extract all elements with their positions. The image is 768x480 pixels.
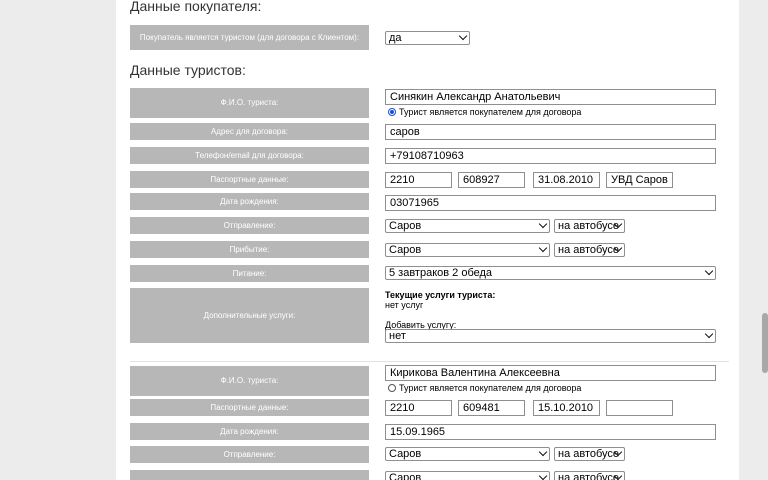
t1-arrival-label: Прибытие: — [130, 241, 369, 258]
t2-birth-input[interactable]: 15.09.1965 — [385, 424, 716, 440]
t1-departure-city-value: Саров — [389, 220, 422, 232]
buyer-section-heading: Данные покупателя: — [130, 0, 262, 14]
t1-buyer-radio-label: Турист является покупателем для договора — [399, 107, 582, 117]
t1-services-label: Дополнительные услуги: — [130, 288, 369, 343]
t2-fio-input[interactable]: Кирикова Валентина Алексеевна — [385, 365, 716, 381]
tourist-divider — [130, 361, 729, 362]
t1-passport-date-input[interactable]: 31.08.2010 — [533, 172, 600, 188]
chevron-down-icon — [704, 267, 714, 276]
t1-meals-label: Питание: — [130, 265, 369, 282]
t2-departure-label: Отправление: — [130, 446, 369, 463]
t1-fio-label: Ф.И.О. туриста: — [130, 88, 369, 118]
t1-meals-select[interactable]: 5 завтраков 2 обеда — [385, 266, 716, 280]
chevron-down-icon — [538, 472, 548, 480]
t1-passport-number-input[interactable]: 608927 — [458, 172, 525, 188]
chevron-down-icon — [538, 220, 548, 229]
chevron-down-icon — [704, 330, 714, 339]
t2-departure-city-value: Саров — [389, 448, 422, 460]
t1-passport-issuer-input[interactable]: УВД Саров — [606, 172, 673, 188]
t1-fio-input[interactable]: Синякин Александр Анатольевич — [385, 89, 716, 105]
page-scrollbar-thumb[interactable] — [762, 313, 768, 373]
order-form-panel: Данные покупателя: Покупатель является т… — [116, 0, 739, 480]
t1-buyer-radio-row[interactable]: Турист является покупателем для договора — [388, 107, 581, 117]
chevron-down-icon — [538, 448, 548, 457]
t1-departure-transport-select[interactable]: на автобусе — [554, 219, 625, 233]
t2-passport-label: Паспортные данные: — [130, 399, 369, 416]
t2-passport-number-input[interactable]: 609481 — [458, 400, 525, 416]
t1-address-input[interactable]: саров — [385, 124, 716, 140]
t1-arrival-city-value: Саров — [389, 244, 422, 256]
t1-arrival-city-select[interactable]: Саров — [385, 243, 550, 257]
t1-arrival-transport-value: на автобусе — [558, 244, 620, 256]
t1-birth-input[interactable]: 03071965 — [385, 195, 716, 211]
chevron-down-icon — [458, 32, 468, 41]
t1-current-services-title: Текущие услуги туриста: — [385, 290, 496, 300]
buyer-is-tourist-label: Покупатель является туристом (для догово… — [130, 25, 369, 50]
t1-add-service-value: нет — [389, 330, 406, 342]
t1-passport-series-input[interactable]: 2210 — [385, 172, 452, 188]
t1-arrival-transport-select[interactable]: на автобусе — [554, 243, 625, 257]
t1-birth-label: Дата рождения: — [130, 193, 369, 210]
t2-arrival-label — [130, 470, 369, 480]
t2-departure-city-select[interactable]: Саров — [385, 447, 550, 461]
tourists-section-heading: Данные туристов: — [130, 62, 246, 78]
buyer-is-tourist-value: да — [389, 32, 402, 44]
t1-current-services-value: нет услуг — [385, 300, 424, 310]
t1-phone-label: Телефон/email для договора: — [130, 147, 369, 164]
t1-meals-value: 5 завтраков 2 обеда — [389, 267, 493, 279]
t1-add-service-select[interactable]: нет — [385, 329, 716, 343]
t1-departure-city-select[interactable]: Саров — [385, 219, 550, 233]
t1-buyer-radio[interactable] — [388, 108, 396, 116]
t2-arrival-city-value: Саров — [389, 472, 422, 480]
t2-arrival-transport-value: на автобусе — [558, 472, 620, 480]
t2-passport-series-input[interactable]: 2210 — [385, 400, 452, 416]
t2-birth-label: Дата рождения: — [130, 423, 369, 440]
t1-phone-input[interactable]: +79108710963 — [385, 148, 716, 164]
chevron-down-icon — [538, 244, 548, 253]
t2-buyer-radio[interactable] — [388, 384, 396, 392]
t2-passport-date-input[interactable]: 15.10.2010 — [533, 400, 600, 416]
t2-buyer-radio-label: Турист является покупателем для договора — [399, 383, 582, 393]
buyer-is-tourist-select[interactable]: да — [385, 31, 470, 45]
t2-arrival-city-select[interactable]: Саров — [385, 471, 550, 480]
t1-address-label: Адрес для договора: — [130, 123, 369, 140]
t1-passport-label: Паспортные данные: — [130, 171, 369, 188]
t2-departure-transport-value: на автобусе — [558, 448, 620, 460]
t2-departure-transport-select[interactable]: на автобусе — [554, 447, 625, 461]
t2-arrival-transport-select[interactable]: на автобусе — [554, 471, 625, 480]
t1-departure-transport-value: на автобусе — [558, 220, 620, 232]
t1-departure-label: Отправление: — [130, 217, 369, 234]
t2-fio-label: Ф.И.О. туриста: — [130, 366, 369, 396]
t2-passport-issuer-input[interactable] — [606, 400, 673, 416]
t2-buyer-radio-row[interactable]: Турист является покупателем для договора — [388, 383, 581, 393]
